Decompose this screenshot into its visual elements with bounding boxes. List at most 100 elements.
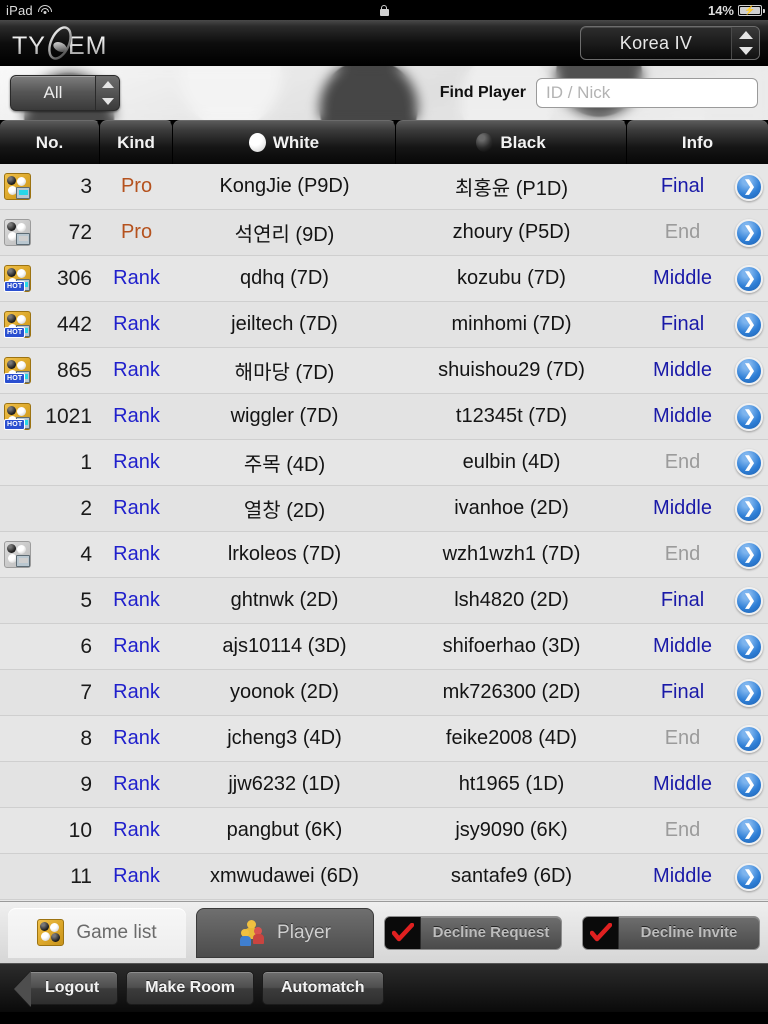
chevron-right-icon[interactable]: ❯ (734, 540, 763, 569)
column-header-kind[interactable]: Kind (100, 120, 173, 164)
tab-player[interactable]: Player (195, 907, 374, 958)
make-room-button[interactable]: Make Room (126, 971, 254, 1005)
table-row[interactable]: 4 Rank lrkoleos (7D) wzh1wzh1 (7D) End ❯ (0, 532, 768, 578)
chevron-right-icon[interactable]: ❯ (734, 862, 763, 891)
people-icon (239, 919, 265, 946)
kind-label: Rank (113, 727, 160, 749)
room-filter-down[interactable] (96, 93, 119, 110)
hot-badge: HOT (4, 281, 26, 292)
room-filter-select[interactable]: All (10, 75, 120, 111)
game-status-label: Middle (653, 405, 712, 427)
bottom-toolbar: Logout Make Room Automatch (0, 963, 768, 1012)
game-list-table[interactable]: 3 Pro KongJie (P9D) 최홍윤 (P1D) Final ❯ 72 Pro 석연리… (0, 164, 768, 901)
column-header-black[interactable]: Black (396, 120, 627, 164)
chevron-right-icon[interactable]: ❯ (734, 816, 763, 845)
cell-white: 열창 (2D) (173, 486, 396, 531)
chevron-right-icon[interactable]: ❯ (734, 770, 763, 799)
white-player-name: 열창 (2D) (243, 500, 326, 522)
cell-no-value: 6 (80, 634, 92, 658)
cell-info: End ❯ (627, 808, 768, 853)
logout-button[interactable]: Logout (30, 971, 119, 1005)
table-row[interactable]: 7 Rank yoonok (2D) mk726300 (2D) Final ❯ (0, 670, 768, 716)
table-row[interactable]: HOT 306 Rank qdhq (7D) kozubu (7D) Middle ❯ (0, 256, 768, 302)
chevron-right-icon[interactable]: ❯ (734, 724, 763, 753)
cell-kind: Rank (100, 670, 173, 715)
server-select[interactable]: Korea IV (580, 26, 760, 60)
table-row[interactable]: 5 Rank ghtnwk (2D) lsh4820 (2D) Final ❯ (0, 578, 768, 624)
cell-black: zhoury (P5D) (396, 210, 627, 255)
black-player-name: feike2008 (4D) (445, 727, 578, 749)
kind-label: Rank (113, 865, 160, 887)
cell-no-value: 72 (68, 220, 92, 244)
game-status-label: Middle (653, 359, 712, 381)
cell-info: Middle ❯ (627, 348, 768, 393)
cell-no: HOT 306 (0, 256, 100, 301)
table-row[interactable]: 72 Pro 석연리 (9D) zhoury (P5D) End ❯ (0, 210, 768, 256)
cell-white: jeiltech (7D) (173, 302, 396, 347)
game-status-label: Final (660, 313, 705, 335)
cell-no-value: 11 (70, 864, 92, 888)
tab-game-list[interactable]: Game list (8, 907, 186, 958)
column-header-info[interactable]: Info (627, 120, 768, 164)
decline-request-checkbox[interactable] (385, 916, 421, 949)
kind-label: Rank (113, 451, 160, 473)
table-row[interactable]: 3 Pro KongJie (P9D) 최홍윤 (P1D) Final ❯ (0, 164, 768, 210)
cell-no-value: 2 (80, 496, 92, 520)
cell-info: Middle ❯ (627, 854, 768, 899)
kind-label: Rank (113, 497, 160, 519)
chevron-right-icon[interactable]: ❯ (734, 448, 763, 477)
table-row[interactable]: HOT 442 Rank jeiltech (7D) minhomi (7D) Final… (0, 302, 768, 348)
decline-request-toggle[interactable]: Decline Request (384, 915, 562, 950)
cell-kind: Pro (100, 164, 173, 209)
chevron-right-icon[interactable]: ❯ (734, 632, 763, 661)
chevron-right-icon[interactable]: ❯ (734, 402, 763, 431)
search-input[interactable] (536, 78, 758, 108)
table-row[interactable]: 9 Rank jjw6232 (1D) ht1965 (1D) Middle ❯ (0, 762, 768, 808)
game-status-label: End (664, 221, 701, 243)
server-select-up[interactable] (732, 27, 759, 43)
table-row[interactable]: 2 Rank 열창 (2D) ivanhoe (2D) Middle ❯ (0, 486, 768, 532)
chevron-right-icon[interactable]: ❯ (734, 172, 763, 201)
cell-no: 6 (0, 624, 100, 669)
chevron-right-icon[interactable]: ❯ (734, 218, 763, 247)
game-status-label: Final (660, 681, 705, 703)
column-header-white[interactable]: White (173, 120, 396, 164)
room-filter-stepper[interactable] (95, 76, 119, 110)
cell-info: Final ❯ (627, 670, 768, 715)
table-row[interactable]: 6 Rank ajs10114 (3D) shifoerhao (3D) Middle ❯ (0, 624, 768, 670)
table-row[interactable]: 8 Rank jcheng3 (4D) feike2008 (4D) End ❯ (0, 716, 768, 762)
decline-invite-toggle[interactable]: Decline Invite (582, 915, 760, 950)
room-filter-up[interactable] (96, 76, 119, 93)
table-row[interactable]: 11 Rank xmwudawei (6D) santafe9 (6D) Middle ❯ (0, 854, 768, 900)
cell-kind: Rank (100, 532, 173, 577)
black-player-name: lsh4820 (2D) (454, 589, 569, 611)
table-row[interactable]: HOT 865 Rank 해마당 (7D) shuishou29 (7D) Middle ❯ (0, 348, 768, 394)
white-player-name: pangbut (6K) (226, 819, 343, 841)
table-row[interactable]: 1 Rank 주목 (4D) eulbin (4D) End ❯ (0, 440, 768, 486)
column-header-no[interactable]: No. (0, 120, 100, 164)
chevron-right-icon[interactable]: ❯ (734, 310, 763, 339)
table-row[interactable]: 10 Rank pangbut (6K) jsy9090 (6K) End ❯ (0, 808, 768, 854)
server-select-down[interactable] (732, 43, 759, 59)
kind-label: Pro (120, 221, 153, 243)
black-player-name: eulbin (4D) (462, 451, 561, 473)
cell-kind: Rank (100, 808, 173, 853)
chevron-right-icon[interactable]: ❯ (734, 356, 763, 385)
automatch-button[interactable]: Automatch (262, 971, 384, 1005)
cell-info: Middle ❯ (627, 486, 768, 531)
find-player-group: Find Player (440, 78, 758, 108)
white-player-name: jeiltech (7D) (231, 313, 338, 335)
server-select-stepper[interactable] (731, 27, 759, 59)
chevron-right-icon[interactable]: ❯ (734, 678, 763, 707)
cell-white: ajs10114 (3D) (173, 624, 396, 669)
cell-info: Middle ❯ (627, 624, 768, 669)
status-bar-center (0, 4, 768, 16)
chevron-right-icon[interactable]: ❯ (734, 586, 763, 615)
status-bar-right: 14% ⚡ (708, 3, 765, 18)
triangle-down-icon (738, 47, 753, 55)
chevron-right-icon[interactable]: ❯ (734, 494, 763, 523)
cell-white: 주목 (4D) (173, 440, 396, 485)
chevron-right-icon[interactable]: ❯ (734, 264, 763, 293)
table-row[interactable]: HOT 1021 Rank wiggler (7D) t12345t (7D) Middl… (0, 394, 768, 440)
decline-invite-checkbox[interactable] (583, 916, 619, 949)
